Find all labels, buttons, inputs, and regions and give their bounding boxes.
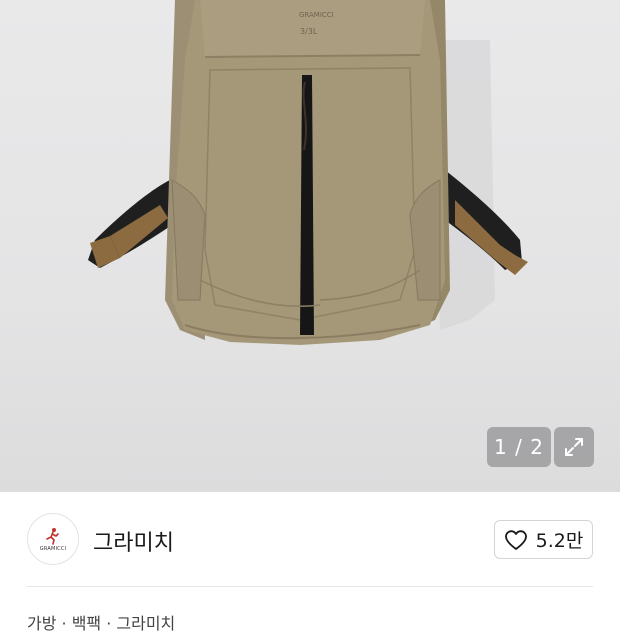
fullscreen-button[interactable]	[554, 427, 594, 467]
like-button[interactable]: 5.2만	[494, 520, 593, 559]
shop-logo[interactable]: GRAMICCI	[27, 513, 79, 565]
svg-text:GRAMICCI: GRAMICCI	[299, 11, 334, 19]
svg-text:3/3L: 3/3L	[300, 27, 318, 36]
product-image-gallery[interactable]: GRAMICCI 3/3L 1 / 2	[0, 0, 620, 492]
logo-wordmark: GRAMICCI	[39, 545, 67, 552]
image-counter: 1 / 2	[487, 427, 551, 467]
shop-info-row: GRAMICCI 그라미치 5.2만	[0, 492, 620, 586]
like-count: 5.2만	[535, 530, 584, 552]
expand-arrows-icon	[565, 438, 583, 456]
heart-outline-icon	[504, 529, 527, 550]
category-breadcrumb[interactable]: 가방 · 백팩 · 그라미치	[27, 610, 175, 634]
product-photo: GRAMICCI 3/3L	[88, 0, 528, 345]
image-counter-text: 1 / 2	[494, 435, 544, 459]
shop-name[interactable]: 그라미치	[93, 525, 174, 557]
gramicci-running-man-logo	[46, 527, 59, 545]
divider	[27, 586, 593, 587]
